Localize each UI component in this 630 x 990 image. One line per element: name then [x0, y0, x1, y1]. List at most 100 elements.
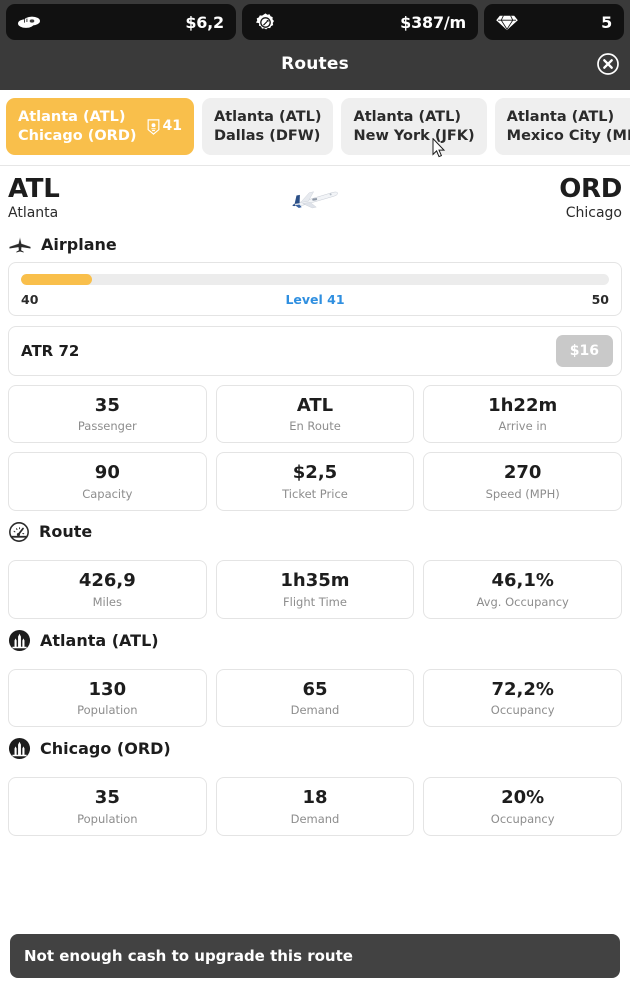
stat-label: Population [77, 703, 138, 718]
cash-value: $6,2 [185, 12, 224, 32]
route-tab-destination: Dallas (DFW) [213, 127, 321, 144]
level-progress-card: 40 Level 41 50 [8, 261, 622, 316]
route-tab-level-badge: 41 [147, 118, 182, 136]
level-progress-bar [21, 273, 609, 285]
resource-income[interactable]: $387/m [242, 4, 478, 40]
level-min-label: 40 [21, 291, 39, 307]
route-tab-strip: Atlanta (ATL) Chicago (ORD) 41 Atlanta (… [0, 90, 630, 167]
stat-speed: 270 Speed (MPH) [423, 452, 622, 511]
stat-value: 130 [88, 678, 127, 700]
stat-destination-population: 35 Population [8, 777, 207, 837]
stat-label: Ticket Price [282, 486, 348, 501]
stat-label: En Route [289, 419, 341, 434]
stat-value: 20% [501, 787, 545, 809]
route-tab-origin: Atlanta (ATL) [213, 109, 322, 125]
destination-city-heading: Chicago (ORD) [0, 727, 630, 768]
route-tab-atl-mex[interactable]: Atlanta (ATL) Mexico City (MEX) [494, 98, 630, 156]
origin-city-title: Atlanta (ATL) [40, 630, 159, 650]
stat-arrive-in: 1h22m Arrive in [423, 384, 622, 444]
stat-label: Avg. Occupancy [476, 594, 569, 609]
stat-capacity: 90 Capacity [8, 452, 207, 511]
status-toast: Not enough cash to upgrade this route [10, 934, 620, 978]
stat-value: 46,1% [491, 569, 554, 591]
stat-value: 18 [302, 787, 328, 809]
origin-stat-grid: 130 Population 65 Demand 72,2% Occupancy [0, 660, 630, 728]
level-progress-labels: 40 Level 41 50 [21, 292, 609, 307]
route-tab-atl-dfw[interactable]: Atlanta (ATL) Dallas (DFW) [201, 98, 334, 156]
route-tab-destination: Chicago (ORD) [18, 127, 137, 144]
stat-label: Capacity [82, 486, 133, 501]
stat-value: 90 [94, 462, 120, 484]
stat-value: $2,5 [292, 462, 338, 484]
stat-value: 35 [94, 787, 120, 809]
route-section-title: Route [39, 522, 93, 542]
stat-origin-population: 130 Population [8, 668, 207, 728]
airplane-section-title: Airplane [41, 234, 117, 254]
routes-screen: $6,2 $387/m 5 Routes Atlanta (ATL) Chica… [0, 0, 630, 990]
stat-passenger: 35 Passenger [8, 384, 207, 444]
stat-destination-demand: 18 Demand [215, 777, 415, 837]
stat-value: 270 [503, 462, 542, 484]
city-skyline-icon [8, 629, 31, 651]
stat-value: 1h35m [280, 569, 350, 591]
route-tab-atl-ord[interactable]: Atlanta (ATL) Chicago (ORD) 41 [6, 98, 194, 156]
airplane-stat-grid: 35 Passenger ATL En Route 1h22m Arrive i… [0, 376, 630, 511]
diamond-icon [494, 11, 520, 33]
stat-value: ATL [296, 394, 334, 416]
stat-en-route: ATL En Route [215, 384, 415, 444]
stat-label: Population [77, 812, 138, 827]
resource-bar: $6,2 $387/m 5 [0, 0, 630, 44]
route-tab-origin: Atlanta (ATL) [18, 109, 126, 125]
aircraft-name: ATR 72 [21, 341, 80, 360]
upgrade-aircraft-button[interactable]: $16 [555, 334, 613, 367]
stat-label: Occupancy [490, 703, 555, 718]
route-tab-level-value: 41 [162, 117, 182, 134]
destination-city: Chicago [565, 204, 622, 221]
origin-city-heading: Atlanta (ATL) [0, 619, 630, 660]
close-icon[interactable] [596, 52, 620, 76]
city-skyline-icon [8, 738, 31, 760]
origin-code: ATL [8, 174, 60, 205]
money-stack-icon [16, 11, 42, 33]
route-tab-atl-jfk[interactable]: Atlanta (ATL) New York (JFK) [341, 98, 487, 156]
airliner-image [284, 182, 346, 214]
stat-ticket-price: $2,5 Ticket Price [215, 452, 415, 511]
stat-value: 35 [94, 394, 120, 416]
gems-value: 5 [601, 12, 612, 32]
route-tab-origin: Atlanta (ATL) [506, 109, 615, 125]
stat-origin-occupancy: 72,2% Occupancy [423, 668, 622, 728]
airplane-section-heading: Airplane [0, 225, 630, 262]
destination-city-title: Chicago (ORD) [40, 739, 171, 759]
route-tab-origin: Atlanta (ATL) [353, 109, 461, 125]
stat-label: Flight Time [283, 594, 347, 609]
rank-shield-icon [147, 118, 159, 135]
speedometer-icon [9, 522, 29, 542]
current-level-label: Level 41 [285, 291, 345, 307]
aircraft-row: ATR 72 $16 [8, 325, 622, 376]
route-endpoints-header: ATL Atlanta ORD Chicago [0, 166, 630, 225]
destination-endpoint: ORD Chicago [559, 176, 622, 221]
stat-destination-occupancy: 20% Occupancy [423, 777, 622, 837]
origin-city: Atlanta [8, 204, 59, 221]
stat-label: Passenger [77, 419, 137, 434]
level-max-label: 50 [591, 291, 609, 307]
stat-label: Miles [92, 594, 123, 609]
resource-gems[interactable]: 5 [484, 4, 624, 40]
gear-income-icon [252, 11, 278, 33]
stat-label: Arrive in [498, 419, 547, 434]
stat-value: 426,9 [78, 569, 136, 591]
stat-origin-demand: 65 Demand [215, 668, 415, 728]
route-tab-destination: New York (JFK) [353, 127, 475, 144]
stat-flight-time: 1h35m Flight Time [215, 559, 415, 619]
stat-value: 65 [302, 678, 328, 700]
stat-label: Occupancy [490, 812, 555, 827]
origin-endpoint: ATL Atlanta [8, 176, 60, 221]
stat-miles: 426,9 Miles [8, 559, 207, 619]
stat-label: Demand [290, 703, 340, 718]
stat-value: 1h22m [488, 394, 558, 416]
resource-cash[interactable]: $6,2 [6, 4, 236, 40]
destination-code: ORD [559, 174, 622, 205]
airplane-top-icon [9, 236, 31, 253]
stat-value: 72,2% [491, 678, 554, 700]
route-stat-grid: 426,9 Miles 1h35m Flight Time 46,1% Avg.… [0, 551, 630, 619]
